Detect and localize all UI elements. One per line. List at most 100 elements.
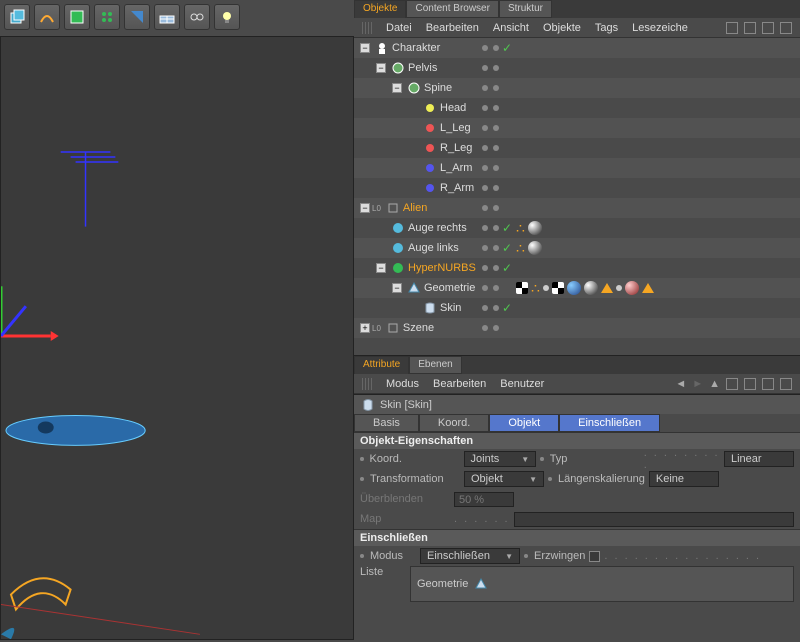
tab-objekte[interactable]: Objekte (354, 0, 406, 18)
viewport[interactable] (0, 36, 354, 640)
tool-floor[interactable] (154, 4, 180, 30)
obj-name[interactable]: Auge links (408, 242, 459, 254)
tab-ebenen[interactable]: Ebenen (409, 356, 461, 374)
obj-name[interactable]: R_Leg (440, 142, 472, 154)
menu-modus[interactable]: Modus (386, 378, 419, 390)
new-icon[interactable] (762, 378, 774, 390)
select-koord[interactable]: Joints▼ (464, 451, 537, 467)
vis-dots[interactable] (482, 85, 499, 91)
tree-row[interactable]: L_Leg (354, 118, 800, 138)
minus-icon[interactable] (762, 22, 774, 34)
tree-row[interactable]: Skin ✓ (354, 298, 800, 318)
obj-name[interactable]: Szene (403, 322, 434, 334)
tree-row[interactable]: +L0Szene (354, 318, 800, 338)
tags[interactable]: ∴ (516, 220, 542, 237)
enable-check[interactable]: ✓ (502, 261, 512, 275)
vis-dots[interactable] (482, 225, 499, 231)
tree-row[interactable]: L_Arm (354, 158, 800, 178)
vis-dots[interactable] (482, 145, 499, 151)
object-tree[interactable]: −Charakter✓−Pelvis−SpineHeadL_LegR_LegL_… (354, 38, 800, 356)
vis-dots[interactable] (482, 265, 499, 271)
vis-dots[interactable] (482, 45, 499, 51)
expand-toggle[interactable]: − (392, 283, 402, 293)
tool-camera[interactable] (184, 4, 210, 30)
expand-toggle[interactable]: − (376, 263, 386, 273)
enable-check[interactable]: ✓ (502, 241, 512, 255)
enable-check[interactable]: ✓ (502, 221, 512, 235)
tags[interactable]: ∴ (516, 240, 542, 257)
expand-toggle[interactable]: − (376, 63, 386, 73)
tags[interactable]: ∴ (516, 280, 654, 297)
home-icon[interactable] (744, 22, 756, 34)
menu-datei[interactable]: Datei (386, 22, 412, 34)
vis-dots[interactable] (482, 325, 499, 331)
checkbox-erzw[interactable] (589, 551, 600, 562)
vis-dots[interactable] (482, 65, 499, 71)
vis-dots[interactable] (482, 185, 499, 191)
menu-bearbeiten[interactable]: Bearbeiten (426, 22, 479, 34)
obj-name[interactable]: HyperNURBS (408, 262, 476, 274)
menu-bearbeiten2[interactable]: Bearbeiten (433, 378, 486, 390)
select-typ[interactable]: Linear (724, 451, 794, 467)
tree-row[interactable]: R_Leg (354, 138, 800, 158)
vis-dots[interactable] (482, 305, 499, 311)
select-lenscal[interactable]: Keine (649, 471, 719, 487)
obj-name[interactable]: Pelvis (408, 62, 437, 74)
obj-name[interactable]: R_Arm (440, 182, 474, 194)
select-modus[interactable]: Einschließen▼ (420, 548, 520, 564)
expand-toggle[interactable]: − (360, 43, 370, 53)
tab-struktur[interactable]: Struktur (499, 0, 552, 18)
enable-check[interactable]: ✓ (502, 41, 512, 55)
tree-row[interactable]: − HyperNURBS ✓ (354, 258, 800, 278)
search-icon[interactable] (726, 378, 738, 390)
btab-einschliessen[interactable]: Einschließen (559, 414, 660, 432)
tool-cube[interactable] (4, 4, 30, 30)
obj-name[interactable]: Charakter (392, 42, 440, 54)
field-map[interactable] (514, 512, 794, 527)
tool-boole[interactable] (124, 4, 150, 30)
expand-icon[interactable] (780, 22, 792, 34)
tree-row[interactable]: R_Arm (354, 178, 800, 198)
vis-dots[interactable] (482, 125, 499, 131)
menu-objekte[interactable]: Objekte (543, 22, 581, 34)
obj-name[interactable]: Skin (440, 302, 461, 314)
menu-lesezeichen[interactable]: Lesezeiche (632, 22, 688, 34)
tree-row[interactable]: − Geometrie ∴ (354, 278, 800, 298)
tree-row[interactable]: Auge rechts✓∴ (354, 218, 800, 238)
select-transf[interactable]: Objekt▼ (464, 471, 544, 487)
tree-row[interactable]: − Spine (354, 78, 800, 98)
tool-nurbs[interactable] (64, 4, 90, 30)
tool-spline[interactable] (34, 4, 60, 30)
btab-basis[interactable]: Basis (354, 414, 419, 432)
tab-attribute[interactable]: Attribute (354, 356, 409, 374)
obj-name[interactable]: Alien (403, 202, 427, 214)
expand-icon[interactable] (780, 378, 792, 390)
tree-row[interactable]: Head (354, 98, 800, 118)
tab-content-browser[interactable]: Content Browser (406, 0, 498, 18)
vis-dots[interactable] (482, 165, 499, 171)
lock-icon[interactable] (744, 378, 756, 390)
tool-array[interactable] (94, 4, 120, 30)
nav-back-icon[interactable]: ◄ (675, 378, 686, 390)
nav-up-icon[interactable]: ▲ (709, 378, 720, 390)
obj-name[interactable]: L_Leg (440, 122, 471, 134)
nav-fwd-icon[interactable]: ► (692, 378, 703, 390)
search-icon[interactable] (726, 22, 738, 34)
tree-row[interactable]: − Charakter ✓ (354, 38, 800, 58)
vis-dots[interactable] (482, 245, 499, 251)
obj-name[interactable]: Spine (424, 82, 452, 94)
enable-check[interactable]: ✓ (502, 301, 512, 315)
tree-row[interactable]: − Pelvis (354, 58, 800, 78)
vis-dots[interactable] (482, 205, 499, 211)
menu-tags[interactable]: Tags (595, 22, 618, 34)
expand-toggle[interactable]: − (392, 83, 402, 93)
vis-dots[interactable] (482, 105, 499, 111)
obj-name[interactable]: L_Arm (440, 162, 472, 174)
menu-ansicht[interactable]: Ansicht (493, 22, 529, 34)
expand-toggle[interactable]: − (360, 203, 370, 213)
tree-row[interactable]: −L0Alien (354, 198, 800, 218)
obj-name[interactable]: Geometrie (424, 282, 475, 294)
vis-dots[interactable] (482, 285, 499, 291)
tool-light[interactable] (214, 4, 240, 30)
tree-row[interactable]: Auge links ✓ ∴ (354, 238, 800, 258)
